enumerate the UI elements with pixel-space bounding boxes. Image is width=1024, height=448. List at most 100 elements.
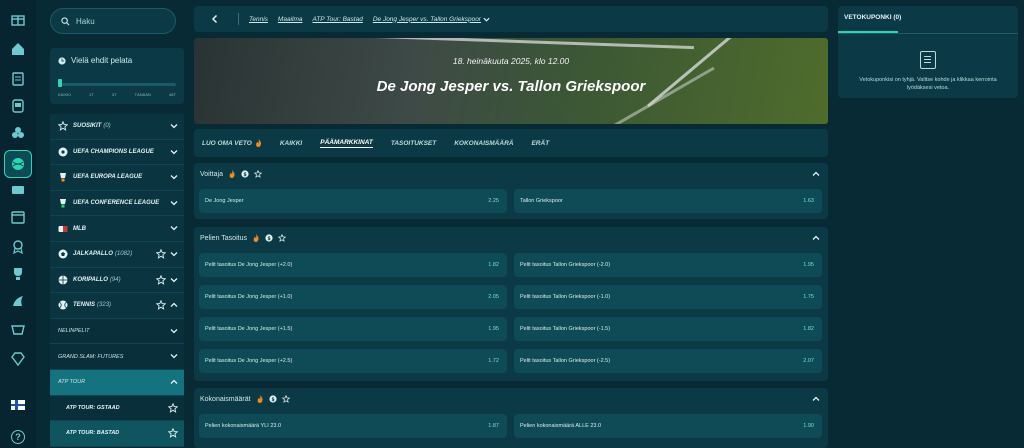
- odds-price: 2.05: [488, 294, 499, 300]
- odds-price: 1.82: [803, 326, 814, 332]
- odds-button[interactable]: Pelit tasoitus De Jong Jesper (+2.0) 1.82: [199, 253, 507, 277]
- calendar-icon[interactable]: [9, 208, 27, 226]
- sidebar-subitem-atp-tour[interactable]: ATP TOUR: [50, 369, 184, 396]
- chevron-down-icon[interactable]: [170, 327, 178, 335]
- odds-button[interactable]: Pelit tasoitus Tallon Griekspoor (-1.5) 1…: [514, 317, 822, 341]
- chevron-up-icon[interactable]: [812, 234, 820, 242]
- chevron-up-icon[interactable]: [170, 301, 178, 309]
- sidebar-item-uel[interactable]: UEFA EUROPA LEAGUE: [50, 165, 184, 191]
- live-tv-icon[interactable]: [9, 181, 27, 199]
- odds-button[interactable]: Pelit tasoitus Tallon Griekspoor (-1.0) 1…: [514, 285, 822, 309]
- sidebar-leaf-atp-bastad[interactable]: ATP TOUR: BASTAD: [50, 421, 184, 447]
- ticket-icon[interactable]: [9, 70, 27, 88]
- breadcrumb-link[interactable]: ATP Tour: Bastad: [312, 16, 362, 23]
- help-icon[interactable]: ?: [11, 430, 25, 444]
- sidebar-item-basketball[interactable]: KORIPALLO (94): [50, 267, 184, 294]
- star-outline-icon[interactable]: [253, 170, 262, 178]
- search-input[interactable]: [76, 16, 166, 26]
- sports-sidebar: Vielä ehdit pelata KAIKKI 1T 3T TÄNÄÄN 4…: [44, 0, 184, 448]
- chevron-up-icon[interactable]: [812, 170, 820, 178]
- odds-button[interactable]: Pelit tasoitus Tallon Griekspoor (-2.0) 1…: [514, 253, 822, 277]
- slot-machine-icon[interactable]: [9, 97, 27, 115]
- odds-button[interactable]: Pelit tasoitus De Jong Jesper (+1.0) 2.05: [199, 285, 507, 309]
- chevron-down-icon[interactable]: [170, 199, 178, 207]
- odds-button[interactable]: Pelien kokonaismäärä YLI 23.0 1.87: [199, 414, 507, 438]
- star-outline-icon[interactable]: [281, 395, 290, 403]
- chevron-up-icon[interactable]: [170, 378, 178, 386]
- breadcrumb-current[interactable]: De Jong Jesper vs. Tallon Griekspoor: [373, 16, 481, 23]
- diamond-icon[interactable]: [9, 350, 27, 368]
- odds-button[interactable]: De Jong Jesper 2.25: [199, 189, 507, 213]
- empty-slip-icon: [920, 51, 936, 69]
- favourite-star-icon[interactable]: [168, 428, 178, 438]
- market-header[interactable]: Voittaja $: [194, 163, 828, 185]
- sidebar-item-ucl[interactable]: UEFA CHAMPIONS LEAGUE: [50, 139, 184, 166]
- sidebar-subitem-label: NELINPELIT: [58, 328, 90, 335]
- tab-handicaps[interactable]: TASOITUKSET: [391, 140, 436, 147]
- sidebar-subitem-grand-slam-futures[interactable]: GRAND SLAM: FUTURES: [50, 344, 184, 370]
- sidebar-item-mlb[interactable]: MLB: [50, 216, 184, 242]
- search-icon: [61, 16, 70, 25]
- chevron-down-icon[interactable]: [170, 352, 178, 360]
- tab-totals[interactable]: KOKONAISMÄÄRÄ: [454, 140, 513, 147]
- star-outline-icon[interactable]: [277, 234, 286, 242]
- tab-main-markets[interactable]: PÄÄMARKKINAT: [320, 139, 373, 148]
- cards-icon[interactable]: [9, 124, 27, 142]
- time-filter-label[interactable]: 48T: [169, 92, 176, 97]
- odds-button[interactable]: Pelien kokonaismäärä ALLE 23.0 1.90: [514, 414, 822, 438]
- tab-all[interactable]: KAIKKI: [280, 140, 302, 147]
- time-filter-label[interactable]: 3T: [112, 92, 117, 97]
- odds-button[interactable]: Pelit tasoitus De Jong Jesper (+1.5) 1.95: [199, 317, 507, 341]
- time-filter-label[interactable]: 1T: [89, 92, 94, 97]
- sidebar-item-favourites[interactable]: SUOSIKIT (0): [50, 114, 184, 140]
- search-box[interactable]: [50, 8, 176, 34]
- chevron-down-icon[interactable]: [170, 148, 178, 156]
- chevron-down-icon[interactable]: [170, 173, 178, 181]
- sidebar-item-uecl[interactable]: UEFA CONFERENCE LEAGUE: [50, 190, 184, 217]
- promotions-icon[interactable]: [9, 10, 27, 28]
- chevron-down-icon[interactable]: [170, 250, 178, 258]
- sidebar-subitem-doubles[interactable]: NELINPELIT: [50, 318, 184, 345]
- favourite-star-icon[interactable]: [156, 300, 166, 310]
- time-filter-handle[interactable]: [58, 79, 62, 87]
- chevron-up-icon[interactable]: [812, 395, 820, 403]
- bet-slip-tab[interactable]: VETOKUPONKI (0): [844, 14, 901, 21]
- ucl-ball-icon: [58, 147, 68, 157]
- horse-racing-icon[interactable]: [9, 292, 27, 310]
- market-header[interactable]: Kokonaismäärät $: [194, 388, 828, 410]
- basket-icon[interactable]: [9, 319, 27, 337]
- mlb-logo-icon: [58, 224, 68, 234]
- favourite-star-icon[interactable]: [156, 248, 166, 259]
- tab-build-bet[interactable]: LUO OMA VETO: [202, 139, 262, 147]
- odds-button[interactable]: Pelit tasoitus De Jong Jesper (+2.5) 1.72: [199, 349, 507, 373]
- sidebar-leaf-atp-gstaad[interactable]: ATP TOUR: GSTAAD: [50, 395, 184, 422]
- chevron-down-icon[interactable]: [170, 122, 178, 130]
- breadcrumb-link[interactable]: Maailma: [278, 16, 303, 23]
- odds-button[interactable]: Pelit tasoitus Tallon Griekspoor (-2.5) 2…: [514, 349, 822, 373]
- trophy-icon[interactable]: [9, 265, 27, 283]
- time-filter-slider[interactable]: [58, 83, 176, 86]
- favourite-star-icon[interactable]: [156, 274, 166, 285]
- sidebar-item-football[interactable]: JALKAPALLO (1082): [50, 241, 184, 268]
- sports-icon[interactable]: [4, 150, 32, 178]
- tab-sets[interactable]: ERÄT: [531, 140, 549, 147]
- chevron-down-icon[interactable]: [170, 276, 178, 284]
- time-filter-label[interactable]: KAIKKI: [58, 92, 71, 97]
- market-header[interactable]: Pelien Tasoitus $: [194, 227, 828, 249]
- market-title: Pelien Tasoitus: [200, 234, 247, 242]
- odds-button[interactable]: Tallon Griekspoor 1.63: [514, 189, 822, 213]
- award-icon[interactable]: [9, 238, 27, 256]
- home-icon[interactable]: [9, 40, 27, 58]
- market-tabs: LUO OMA VETO KAIKKI PÄÄMARKKINAT TASOITU…: [194, 129, 828, 157]
- fire-icon: [257, 395, 263, 403]
- favourite-star-icon[interactable]: [168, 402, 178, 413]
- finnish-flag-icon[interactable]: [11, 400, 25, 410]
- breadcrumb-link[interactable]: Tennis: [249, 16, 268, 23]
- icon-rail: ?: [0, 0, 36, 448]
- back-arrow-icon[interactable]: [210, 14, 220, 24]
- time-filter-label[interactable]: TÄNÄÄN: [135, 92, 151, 97]
- sidebar-item-tennis[interactable]: TENNIS (323): [50, 293, 184, 319]
- chevron-down-icon[interactable]: [483, 16, 490, 23]
- chevron-down-icon[interactable]: [170, 224, 178, 232]
- tennis-ball-icon: [58, 300, 68, 310]
